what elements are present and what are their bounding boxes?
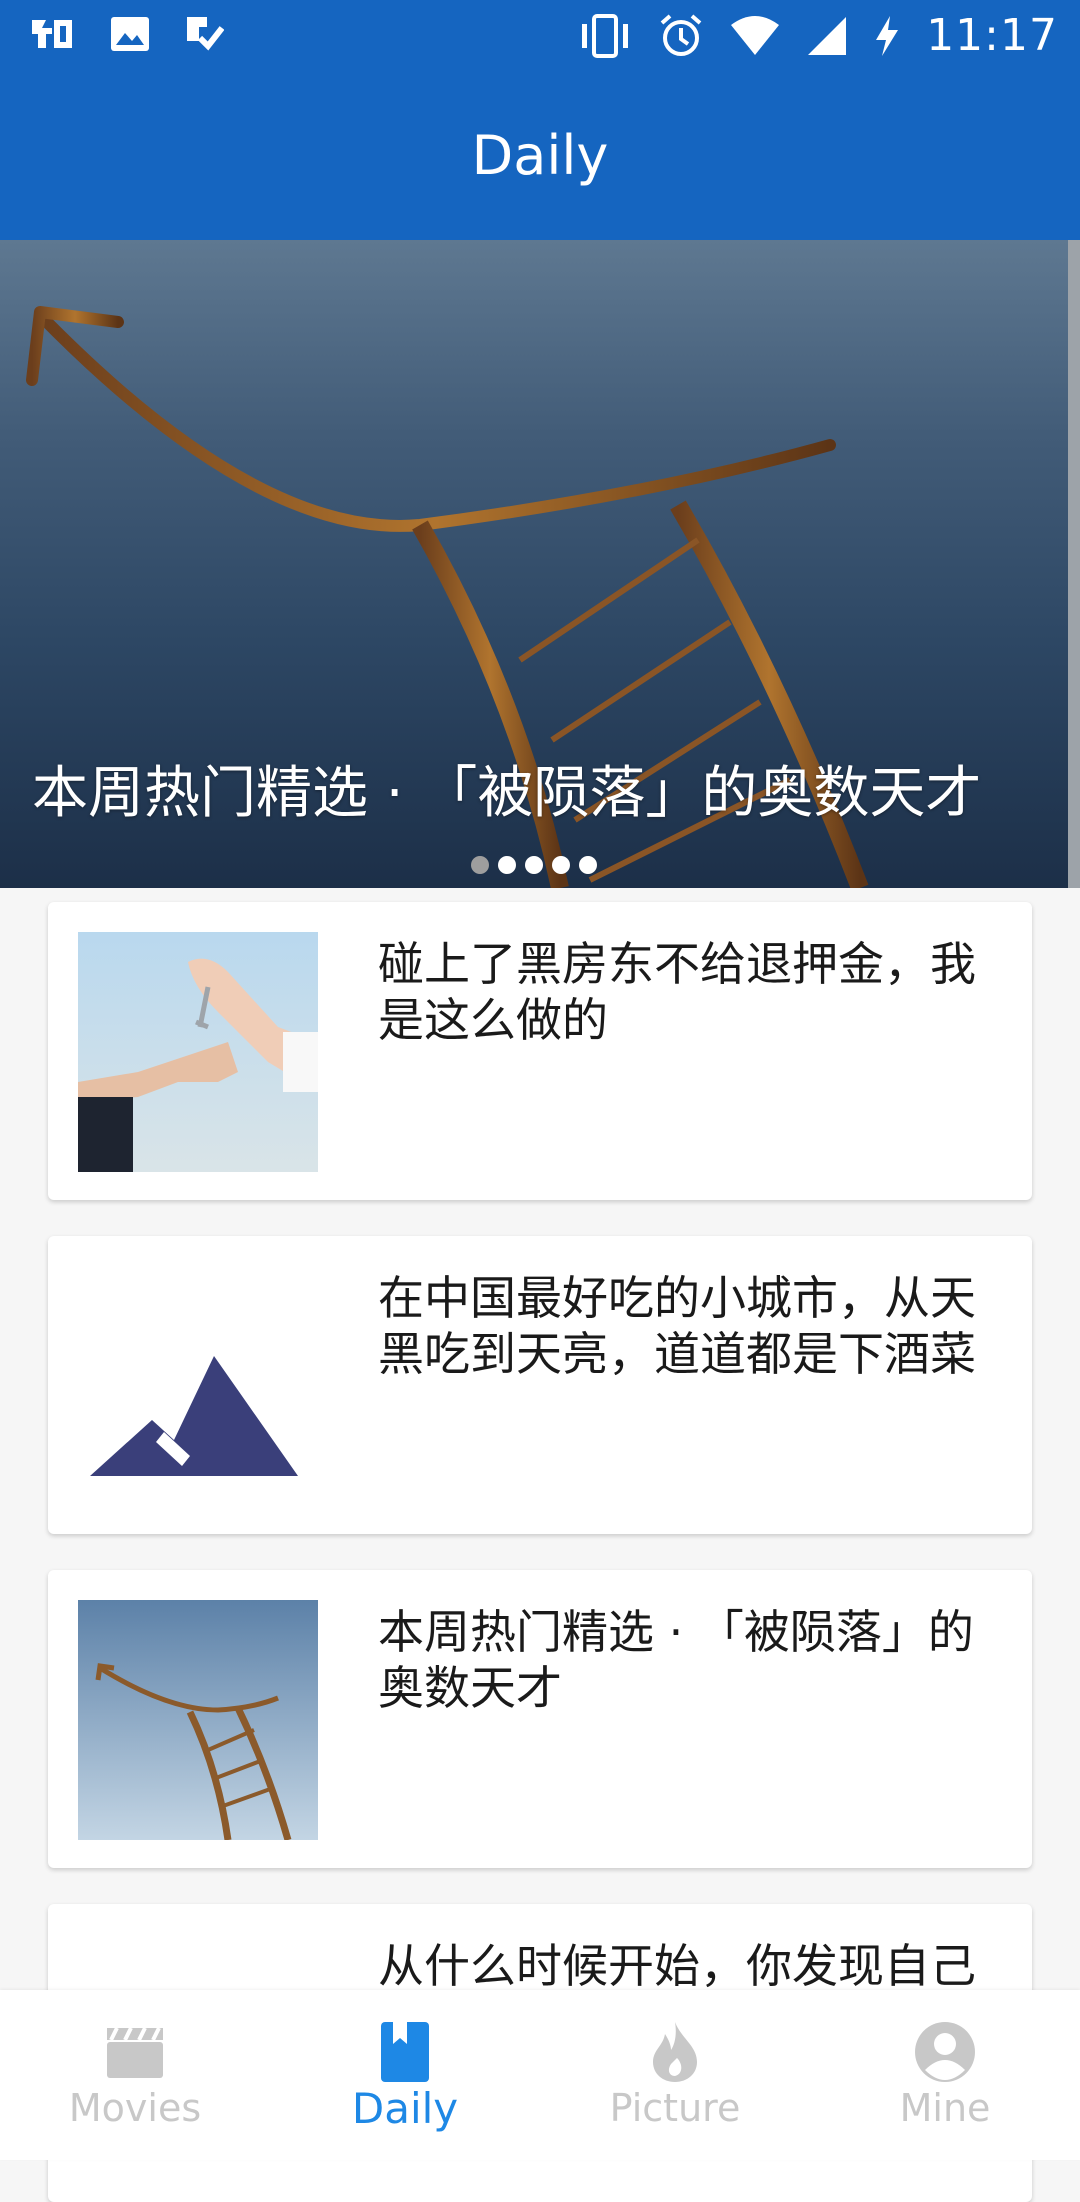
bookmark-book-icon xyxy=(381,2022,429,2082)
status-bar: 11:17 xyxy=(0,0,1080,72)
nav-item-picture[interactable]: Picture xyxy=(540,1990,810,2160)
article-card[interactable]: 本周热门精选 · 「被陨落」的奥数天才 xyxy=(48,1570,1032,1868)
featured-banner[interactable]: 本周热门精选 · 「被陨落」的奥数天才 xyxy=(0,240,1068,888)
charging-icon xyxy=(876,15,899,56)
notification-icons xyxy=(30,14,224,54)
vibrate-icon xyxy=(582,13,629,58)
article-card[interactable]: 在中国最好吃的小城市，从天黑吃到天亮，道道都是下酒菜 xyxy=(48,1236,1032,1534)
nav-label: Picture xyxy=(609,2086,741,2130)
alarm-icon xyxy=(660,13,702,56)
article-title: 从什么时候开始，你发现自己 xyxy=(378,1939,976,1993)
signal-icon xyxy=(808,16,847,55)
article-title: 本周热门精选 · 「被陨落」的奥数天才 xyxy=(378,1605,974,1715)
article-thumbnail xyxy=(78,1600,318,1840)
task-check-icon xyxy=(187,17,224,51)
nav-item-movies[interactable]: Movies xyxy=(0,1990,270,2160)
article-thumbnail xyxy=(78,1266,318,1506)
flame-icon xyxy=(653,2022,697,2082)
weibo-icon xyxy=(32,20,72,48)
image-icon xyxy=(111,17,149,51)
handing-keys-photo xyxy=(78,932,318,1172)
curved-ladder-photo xyxy=(78,1600,318,1840)
carousel-dot[interactable] xyxy=(498,856,516,874)
carousel-dot[interactable] xyxy=(525,856,543,874)
image-placeholder-icon xyxy=(90,1356,298,1476)
nav-label: Daily xyxy=(351,2084,459,2133)
clapperboard-icon xyxy=(107,2027,163,2078)
carousel-dot[interactable] xyxy=(552,856,570,874)
scroll-indicator xyxy=(1068,240,1080,888)
banner-caption: 本周热门精选 · 「被陨落」的奥数天才 xyxy=(32,761,982,826)
article-title: 在中国最好吃的小城市，从天黑吃到天亮，道道都是下酒菜 xyxy=(378,1271,976,1381)
clock: 11:17 xyxy=(926,10,1058,61)
nav-label: Mine xyxy=(899,2086,991,2130)
system-icons: 11:17 xyxy=(578,10,1058,61)
wifi-icon xyxy=(731,15,780,55)
nav-item-mine[interactable]: Mine xyxy=(810,1990,1080,2160)
article-thumbnail xyxy=(78,932,318,1172)
user-avatar-icon xyxy=(915,2022,975,2082)
article-title: 碰上了黑房东不给退押金，我是这么做的 xyxy=(378,937,976,1047)
bottom-navigation: Movies Daily Picture Mine xyxy=(0,1990,1080,2160)
app-bar: Daily xyxy=(0,72,1080,240)
carousel-dot[interactable] xyxy=(471,856,489,874)
carousel-dot[interactable] xyxy=(579,856,597,874)
carousel-indicator xyxy=(0,856,1068,874)
nav-item-daily[interactable]: Daily xyxy=(270,1990,540,2160)
article-card[interactable]: 碰上了黑房东不给退押金，我是这么做的 xyxy=(48,902,1032,1200)
nav-label: Movies xyxy=(68,2086,202,2130)
page-title: Daily xyxy=(471,124,609,187)
